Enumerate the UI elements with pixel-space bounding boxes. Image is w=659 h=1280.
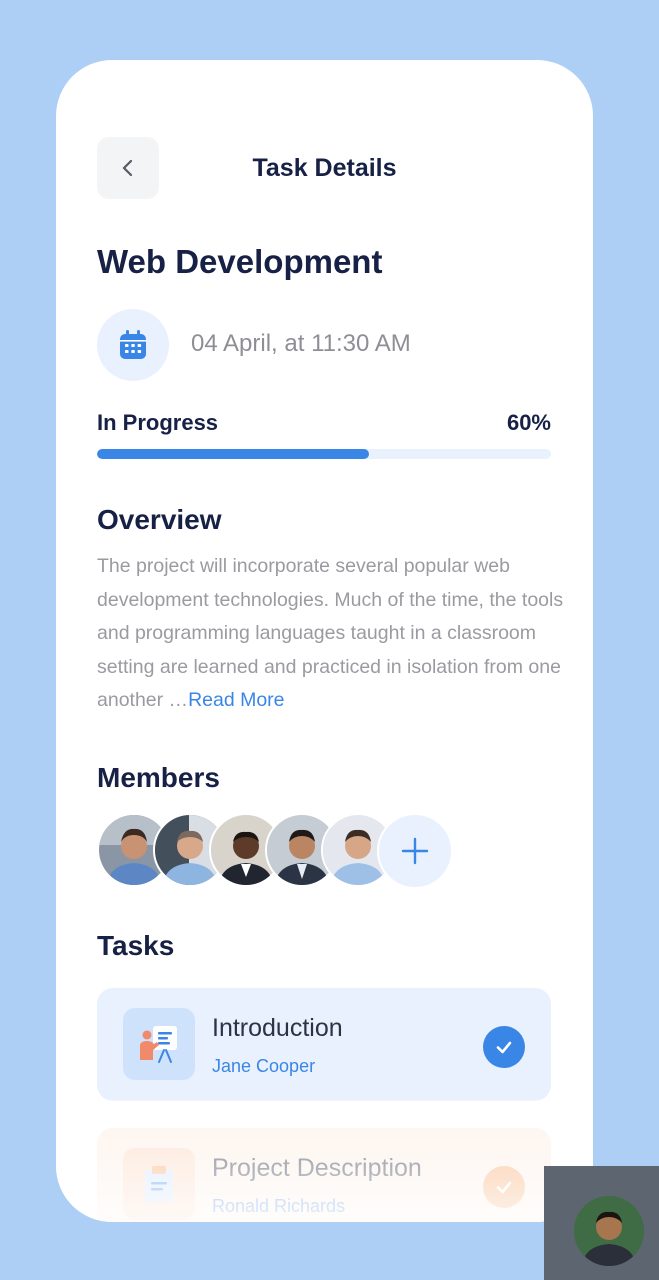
task-card-project-description[interactable]: Project Description Ronald Richards <box>97 1128 551 1222</box>
members-heading: Members <box>97 762 220 793</box>
overview-text: The project will incorporate several pop… <box>97 550 567 718</box>
presenter-avatar <box>574 1196 644 1266</box>
task-details-card: Task Details Web Development 04 April, a… <box>56 60 593 1222</box>
read-more-link[interactable]: Read More <box>188 689 284 711</box>
presentation-icon <box>123 1008 195 1080</box>
add-member-button[interactable] <box>377 813 453 889</box>
plus-icon <box>401 837 429 865</box>
check-icon[interactable] <box>483 1026 525 1068</box>
task-assignee: Ronald Richards <box>212 1196 346 1216</box>
page-title: Task Details <box>252 154 397 182</box>
overview-body: The project will incorporate several pop… <box>97 555 564 712</box>
camera-overlay <box>544 1166 659 1280</box>
project-title: Web Development <box>97 243 383 280</box>
check-icon[interactable] <box>483 1166 525 1208</box>
clipboard-icon <box>123 1148 195 1220</box>
members-list <box>97 813 453 889</box>
progress-bar <box>97 449 551 459</box>
overview-heading: Overview <box>97 504 222 535</box>
calendar-badge <box>97 309 169 381</box>
progress-bar-fill <box>97 449 370 459</box>
task-assignee: Jane Cooper <box>212 1056 316 1076</box>
task-name: Project Description <box>212 1154 422 1182</box>
tasks-heading: Tasks <box>97 930 175 961</box>
task-name: Introduction <box>212 1014 343 1042</box>
task-date: 04 April, at 11:30 AM <box>191 330 411 357</box>
calendar-icon <box>120 330 146 359</box>
progress-percent: 60% <box>506 410 551 435</box>
progress-status: In Progress <box>97 410 219 435</box>
task-card-introduction[interactable]: Introduction Jane Cooper <box>97 988 551 1101</box>
